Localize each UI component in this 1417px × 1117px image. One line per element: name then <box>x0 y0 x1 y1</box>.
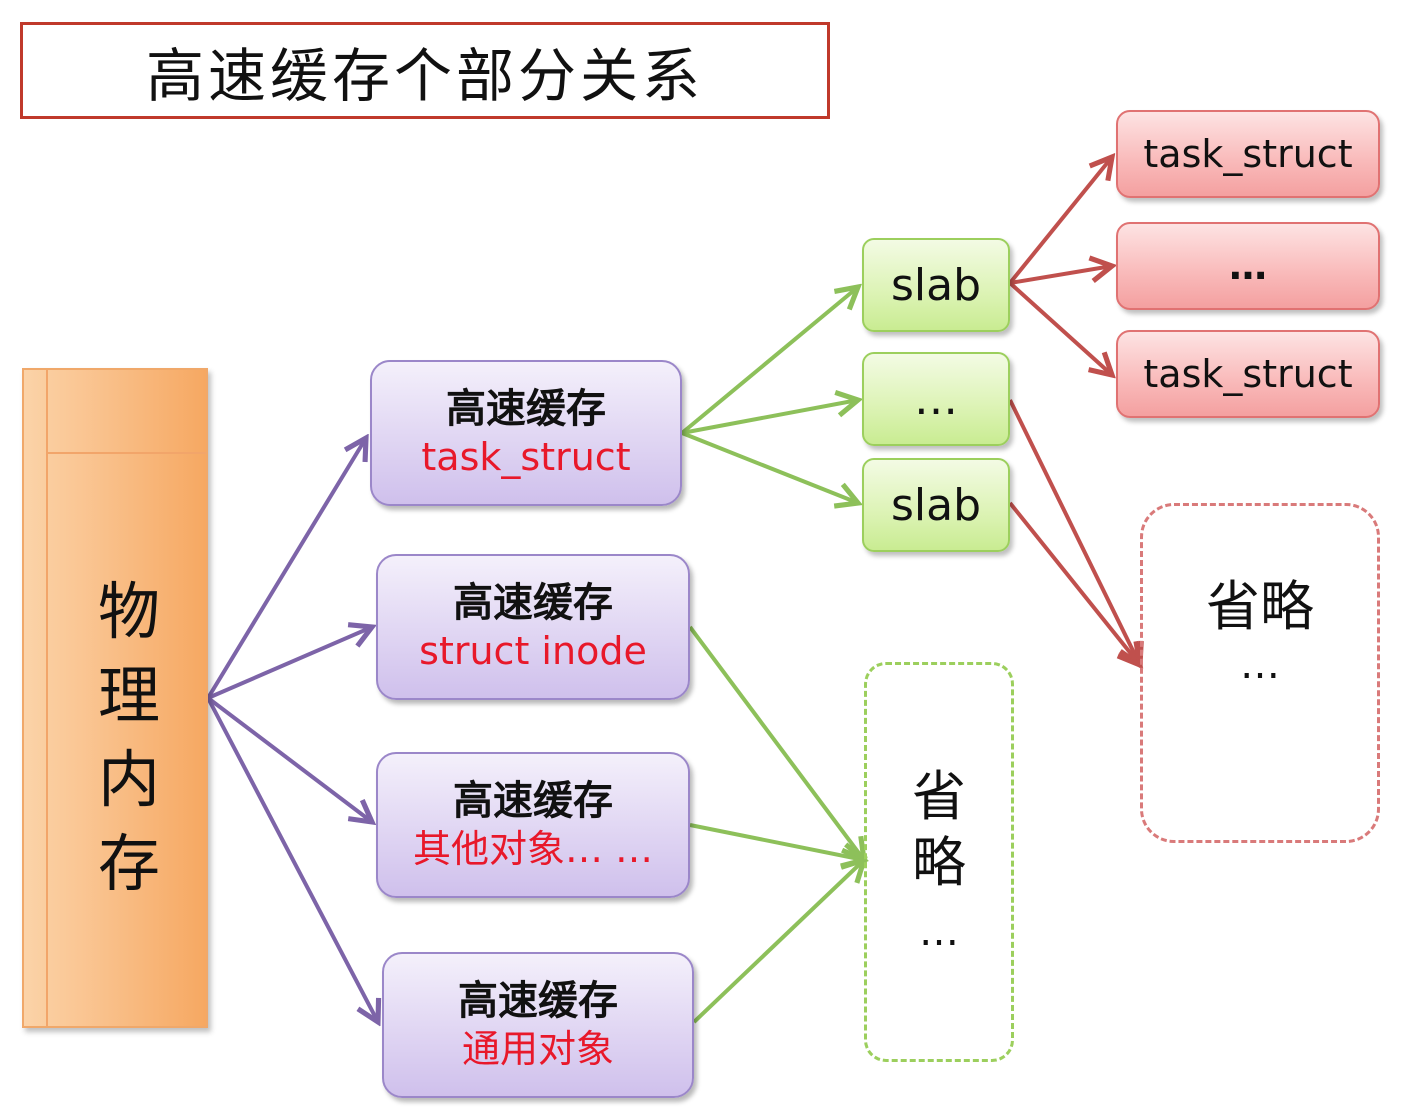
object-label: task_struct <box>1143 352 1353 396</box>
omitted-label: 省略 <box>912 765 966 894</box>
arrow-cache1-slab3 <box>681 431 858 503</box>
slab-label: … <box>914 373 958 425</box>
arrow-cache2-omit <box>688 625 864 860</box>
cache-object-type: struct inode <box>419 629 647 673</box>
cache-box-task-struct: 高速缓存 task_struct <box>370 360 682 506</box>
slab-box-ellipsis: … <box>862 352 1010 446</box>
title-text: 高速缓存个部分关系 <box>145 41 704 110</box>
omitted-ellipsis: … <box>1240 642 1280 688</box>
cache-box-general-objects: 高速缓存 通用对象 <box>382 952 694 1098</box>
physical-memory-block: 物理内存 <box>22 368 208 1028</box>
omitted-ellipsis: … <box>919 909 959 955</box>
object-box-ellipsis: … <box>1116 222 1380 310</box>
object-label: … <box>1229 244 1267 288</box>
omitted-objects-box: 省略 … <box>1140 503 1380 843</box>
arrow-slab1-obj2 <box>1009 266 1112 285</box>
memory-divider-horizontal <box>46 452 206 454</box>
cache-title: 高速缓存 <box>453 580 613 626</box>
cache-object-type: task_struct <box>421 435 631 479</box>
arrow-slab1-obj3 <box>1008 281 1112 375</box>
arrow-cache3-omit <box>689 823 864 860</box>
slab-label: slab <box>890 479 982 531</box>
arrow-cache4-omit <box>692 860 864 1024</box>
cache-box-inode: 高速缓存 struct inode <box>376 554 690 700</box>
cache-title: 高速缓存 <box>458 978 618 1024</box>
arrow-mem-cache3 <box>206 696 372 822</box>
cache-title: 高速缓存 <box>453 778 613 824</box>
arrow-cache1-slab2 <box>681 400 858 435</box>
arrow-slab2-omit <box>1008 399 1140 665</box>
physical-memory-label: 物理内存 <box>97 575 160 900</box>
object-box-task-struct-1: task_struct <box>1116 110 1380 198</box>
cache-title: 高速缓存 <box>446 386 606 432</box>
omitted-label: 省略 <box>1206 575 1314 638</box>
arrow-slab1-obj1 <box>1008 157 1112 285</box>
object-box-task-struct-2: task_struct <box>1116 330 1380 418</box>
diagram-title: 高速缓存个部分关系 <box>20 22 830 119</box>
slab-label: slab <box>890 259 982 311</box>
cache-object-type: 通用对象 <box>461 1027 614 1071</box>
arrow-slab3-omit <box>1008 501 1140 665</box>
arrow-mem-cache1 <box>206 438 366 700</box>
object-label: task_struct <box>1143 132 1353 176</box>
arrow-cache1-slab1 <box>680 287 858 435</box>
omitted-slabs-box: 省略 … <box>864 662 1014 1062</box>
slab-box-1: slab <box>862 238 1010 332</box>
memory-divider-vertical <box>46 370 48 1026</box>
arrow-mem-cache4 <box>206 697 378 1022</box>
cache-object-type: 其他对象… … <box>412 827 654 871</box>
cache-box-other-objects: 高速缓存 其他对象… … <box>376 752 690 898</box>
arrow-mem-cache2 <box>207 627 372 700</box>
slab-box-2: slab <box>862 458 1010 552</box>
